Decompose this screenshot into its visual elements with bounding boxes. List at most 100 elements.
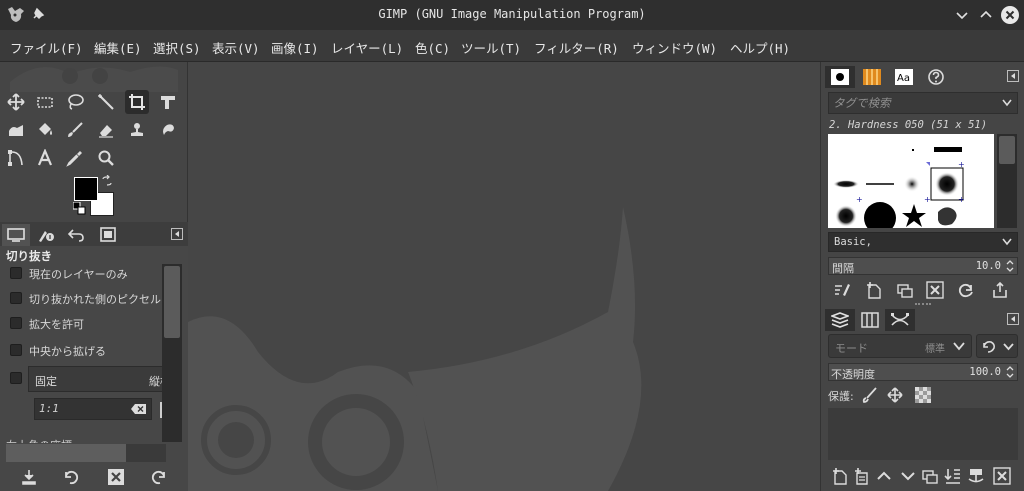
refresh-brushes-icon[interactable] bbox=[957, 281, 975, 299]
warp-tool[interactable] bbox=[4, 118, 28, 142]
foreground-color-swatch[interactable] bbox=[74, 177, 98, 201]
fuzzy-select-tool[interactable] bbox=[94, 90, 118, 114]
swap-colors-icon[interactable] bbox=[101, 175, 113, 187]
clone-tool[interactable] bbox=[125, 118, 149, 142]
image-canvas[interactable] bbox=[188, 62, 820, 491]
delete-cropped-pixels-checkbox[interactable] bbox=[10, 292, 22, 304]
warp-icon bbox=[9, 125, 23, 136]
menu-view[interactable]: 表示(V) bbox=[212, 38, 260, 57]
tab-undo-history[interactable] bbox=[62, 224, 90, 246]
expand-from-center-checkbox[interactable] bbox=[10, 344, 22, 356]
opacity-spin-icon[interactable] bbox=[1005, 365, 1015, 379]
zoom-tool[interactable] bbox=[94, 146, 118, 170]
allow-growing-checkbox[interactable] bbox=[10, 317, 22, 329]
move-tool[interactable] bbox=[4, 90, 28, 114]
brush-scroll-thumb[interactable] bbox=[999, 136, 1015, 164]
rect-select-tool[interactable] bbox=[33, 90, 57, 114]
layer-mode-select[interactable]: モード 標準 bbox=[828, 334, 972, 358]
tab-brushes[interactable] bbox=[825, 66, 855, 88]
menu-edit[interactable]: 編集(E) bbox=[94, 38, 142, 57]
brushes-icon bbox=[831, 69, 849, 85]
menu-windows[interactable]: ウィンドウ(W) bbox=[632, 38, 717, 57]
tab-device-status[interactable] bbox=[32, 224, 60, 246]
tab-channels[interactable] bbox=[855, 309, 885, 331]
current-layer-only-checkbox[interactable] bbox=[10, 267, 22, 279]
tab-paths[interactable] bbox=[885, 309, 915, 331]
panel-menu-icon[interactable] bbox=[171, 228, 183, 240]
menu-select[interactable]: 選択(S) bbox=[153, 38, 201, 57]
spacing-spinner[interactable]: 間隔 10.0 bbox=[828, 257, 1018, 275]
fixed-mode-row[interactable]: 固定 縦横 bbox=[28, 366, 168, 392]
tag-search-input[interactable] bbox=[833, 95, 993, 111]
lock-alpha-icon[interactable] bbox=[915, 387, 931, 403]
delete-options-icon[interactable] bbox=[107, 468, 125, 486]
paths-tool[interactable] bbox=[4, 146, 28, 170]
new-layer-icon[interactable] bbox=[831, 467, 849, 485]
duplicate-brush-icon[interactable] bbox=[896, 281, 914, 299]
minimize-icon[interactable] bbox=[953, 6, 971, 24]
composite-mode-select[interactable] bbox=[976, 334, 1018, 358]
lock-position-icon[interactable] bbox=[887, 387, 903, 403]
aspect-ratio-input[interactable]: 1:1 bbox=[34, 398, 152, 420]
tab-images[interactable] bbox=[94, 224, 122, 246]
bucket-fill-tool[interactable] bbox=[33, 118, 57, 142]
menu-file[interactable]: ファイル(F) bbox=[10, 38, 83, 57]
lock-pixels-icon[interactable] bbox=[862, 387, 878, 403]
new-layer-group-icon[interactable] bbox=[853, 467, 871, 485]
clear-entry-icon[interactable] bbox=[131, 403, 147, 415]
close-button[interactable] bbox=[1001, 6, 1019, 24]
unified-transform-tool[interactable] bbox=[156, 90, 180, 114]
reset-options-icon[interactable] bbox=[150, 468, 168, 486]
merge-layer-icon[interactable] bbox=[944, 467, 962, 485]
open-brush-icon[interactable] bbox=[991, 281, 1009, 299]
dock-resize-handle[interactable] bbox=[915, 303, 931, 306]
spin-arrows-icon[interactable] bbox=[1005, 259, 1015, 273]
delete-layer-icon[interactable] bbox=[993, 467, 1011, 485]
text-tool[interactable] bbox=[33, 146, 57, 170]
new-brush-icon[interactable] bbox=[865, 281, 883, 299]
lasso-tool[interactable] bbox=[63, 90, 87, 114]
maximize-icon[interactable] bbox=[977, 6, 995, 24]
options-scroll-thumb[interactable] bbox=[164, 266, 180, 338]
tag-set-select[interactable]: Basic, bbox=[828, 232, 1018, 252]
tab-help[interactable] bbox=[921, 66, 951, 88]
delete-brush-icon[interactable] bbox=[926, 281, 944, 299]
menu-filters[interactable]: フィルター(R) bbox=[534, 38, 619, 57]
options-scrollbar[interactable] bbox=[162, 264, 182, 442]
smudge-tool[interactable] bbox=[156, 118, 180, 142]
crop-tool[interactable] bbox=[125, 90, 149, 114]
default-colors-icon[interactable] bbox=[73, 202, 87, 216]
tab-patterns[interactable] bbox=[857, 66, 887, 88]
menu-layer[interactable]: レイヤー(L) bbox=[331, 38, 403, 57]
wilber-watermark bbox=[188, 207, 642, 491]
tab-fonts[interactable]: Aa bbox=[889, 66, 919, 88]
tag-search-box[interactable] bbox=[828, 92, 1018, 114]
restore-options-icon[interactable] bbox=[62, 468, 80, 486]
menu-image[interactable]: 画像(I) bbox=[271, 38, 319, 57]
layers-list[interactable] bbox=[828, 408, 1018, 460]
brushes-panel-menu-icon[interactable] bbox=[1007, 70, 1019, 82]
options-horizontal-scrollbar[interactable] bbox=[6, 444, 166, 462]
brush-grid[interactable]: + + + + bbox=[828, 134, 994, 228]
lower-layer-icon[interactable] bbox=[899, 467, 917, 485]
eyedropper-icon bbox=[66, 151, 82, 167]
fixed-checkbox[interactable] bbox=[10, 372, 22, 384]
menu-tools[interactable]: ツール(T) bbox=[461, 38, 521, 57]
menu-help[interactable]: ヘルプ(H) bbox=[730, 38, 790, 57]
tab-tool-options[interactable] bbox=[2, 224, 30, 246]
eraser-tool[interactable] bbox=[94, 118, 118, 142]
edit-brush-icon[interactable] bbox=[833, 281, 851, 299]
tab-layers[interactable] bbox=[825, 309, 855, 331]
menu-colors[interactable]: 色(C) bbox=[415, 38, 450, 57]
save-options-icon[interactable] bbox=[20, 468, 38, 486]
chevron-down-icon[interactable] bbox=[1002, 99, 1012, 107]
paintbrush-tool[interactable] bbox=[63, 118, 87, 142]
color-picker-tool[interactable] bbox=[63, 146, 87, 170]
brush-grid-scrollbar[interactable] bbox=[997, 134, 1017, 228]
opacity-spinner[interactable]: 不透明度 100.0 bbox=[828, 363, 1018, 381]
duplicate-layer-icon[interactable] bbox=[921, 467, 939, 485]
anchor-layer-icon[interactable] bbox=[967, 467, 985, 485]
horizontal-scroll-thumb[interactable] bbox=[6, 444, 126, 462]
raise-layer-icon[interactable] bbox=[875, 467, 893, 485]
layers-panel-menu-icon[interactable] bbox=[1007, 313, 1019, 325]
